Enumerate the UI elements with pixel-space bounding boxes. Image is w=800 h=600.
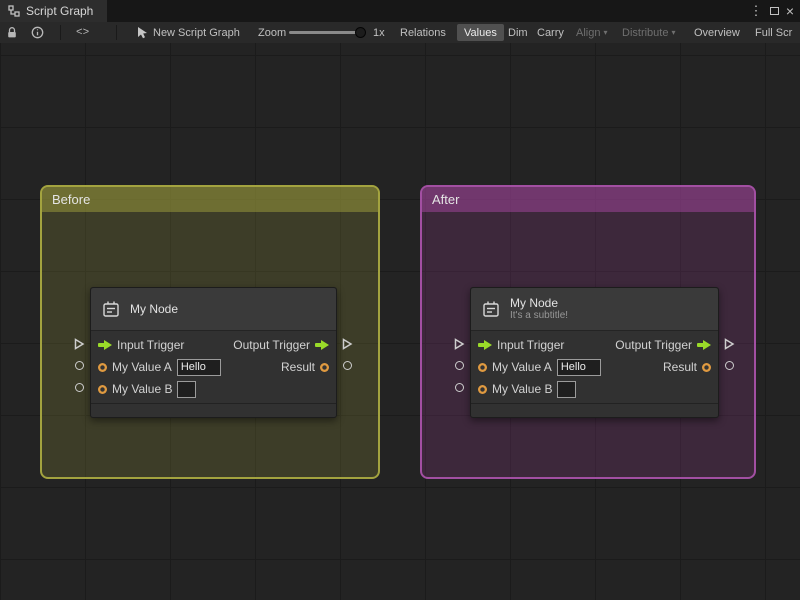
input-trigger-port[interactable] [478,340,492,350]
node-subtitle: It's a subtitle! [510,310,569,321]
value-b-port[interactable] [98,384,107,394]
port-label: Output Trigger [615,338,692,352]
external-trigger-port-left[interactable] [454,338,465,353]
dim-button[interactable]: Dim [508,22,528,43]
port-label: My Value A [112,360,172,374]
tab-bar: Script Graph ⋮ × [0,0,800,22]
node-body: Input Trigger Output Trigger My Value A [471,331,718,403]
external-trigger-port-left[interactable] [74,338,85,353]
lock-button[interactable] [6,22,18,43]
value-b-input[interactable] [557,380,577,398]
port-label: Input Trigger [117,338,185,352]
group-header[interactable]: Before [42,187,378,212]
port-row-trigger: Input Trigger Output Trigger [471,334,718,356]
value-a-input[interactable] [556,358,601,376]
external-value-port-left[interactable] [75,361,84,370]
distribute-label: Distribute [622,26,669,39]
port-label: Result [662,360,697,374]
external-value-port-left[interactable] [75,383,84,392]
graph-icon [8,5,20,17]
node-footer [471,403,718,417]
result-port[interactable] [320,362,329,372]
node-title: My Node [130,302,179,316]
window-menu-button[interactable]: ⋮ [748,0,764,22]
fullscreen-button[interactable]: Full Scr [755,22,792,43]
pointer-icon [137,22,148,43]
port-label: Input Trigger [497,338,565,352]
port-label: Output Trigger [233,338,310,352]
graph-toolbar: <> New Script Graph Zoom 1x Relations Va… [0,22,800,44]
value-a-input[interactable] [176,358,221,376]
code-view-button[interactable]: <> [76,22,89,43]
group-title: Before [52,192,91,207]
external-value-port-left[interactable] [455,383,464,392]
node-before[interactable]: My Node Input Trigger Output Trigger My … [74,287,352,418]
info-button[interactable] [31,22,44,43]
toolbar-separator [116,25,117,40]
tab-title: Script Graph [26,4,94,18]
close-button[interactable]: × [782,0,798,22]
node-title: My Node [510,296,559,310]
port-label: My Value B [492,382,553,396]
zoom-label: Zoom [258,26,287,39]
info-icon [31,26,44,39]
chevron-down-icon: ▾ [603,28,608,37]
value-b-port[interactable] [478,384,487,394]
zoom-slider-track[interactable] [289,31,363,34]
graph-canvas[interactable]: Before My Node Input Trigger Output Trig… [0,43,800,600]
new-script-graph-button[interactable]: New Script Graph [153,22,240,43]
zoom-slider-handle[interactable] [355,27,366,38]
port-row-value-b: My Value B [91,378,336,400]
maximize-button[interactable] [766,0,782,22]
node-header[interactable]: My Node [91,288,336,331]
external-value-port-right[interactable] [343,361,352,370]
result-port[interactable] [702,362,711,372]
value-a-port[interactable] [98,362,107,372]
port-label: Result [280,360,315,374]
distribute-dropdown[interactable]: Distribute ▾ [622,22,675,43]
node-body: Input Trigger Output Trigger My Value A [91,331,336,403]
node-after[interactable]: My Node It's a subtitle! Input Trigger O… [454,287,734,418]
zoom-value: 1x [373,26,385,39]
group-after[interactable]: After My Node It's a subtitle! Input Tri… [420,185,756,479]
external-trigger-port-right[interactable] [342,338,353,353]
align-dropdown[interactable]: Align ▾ [576,22,607,43]
maximize-icon [769,7,779,15]
value-b-input[interactable] [177,380,197,398]
relations-button[interactable]: Relations [400,22,446,43]
port-label: My Value B [112,382,173,396]
node-footer [91,403,336,417]
node-icon [103,301,119,317]
carry-button[interactable]: Carry [537,22,564,43]
input-trigger-port[interactable] [98,340,112,350]
overview-button[interactable]: Overview [694,22,740,43]
port-row-trigger: Input Trigger Output Trigger [91,334,336,356]
port-label: My Value A [492,360,552,374]
lock-icon [8,27,16,38]
values-button[interactable]: Values [457,24,504,41]
port-row-value-a: My Value A Result [91,356,336,378]
external-trigger-port-right[interactable] [724,338,735,353]
external-value-port-left[interactable] [455,361,464,370]
group-header[interactable]: After [422,187,754,212]
toolbar-separator [60,25,61,40]
group-title: After [432,192,460,207]
chevron-down-icon: ▾ [671,28,676,37]
output-trigger-port[interactable] [315,340,329,350]
port-row-value-a: My Value A Result [471,356,718,378]
output-trigger-port[interactable] [697,340,711,350]
tab-script-graph[interactable]: Script Graph [0,0,108,22]
group-before[interactable]: Before My Node Input Trigger Output Trig… [40,185,380,479]
external-value-port-right[interactable] [725,361,734,370]
node-icon [483,301,499,317]
align-label: Align [576,26,601,39]
script-graph-window: Script Graph ⋮ × <> New Script Graph Zoo [0,0,800,600]
port-row-value-b: My Value B [471,378,718,400]
node-header[interactable]: My Node It's a subtitle! [471,288,718,331]
value-a-port[interactable] [478,362,487,372]
